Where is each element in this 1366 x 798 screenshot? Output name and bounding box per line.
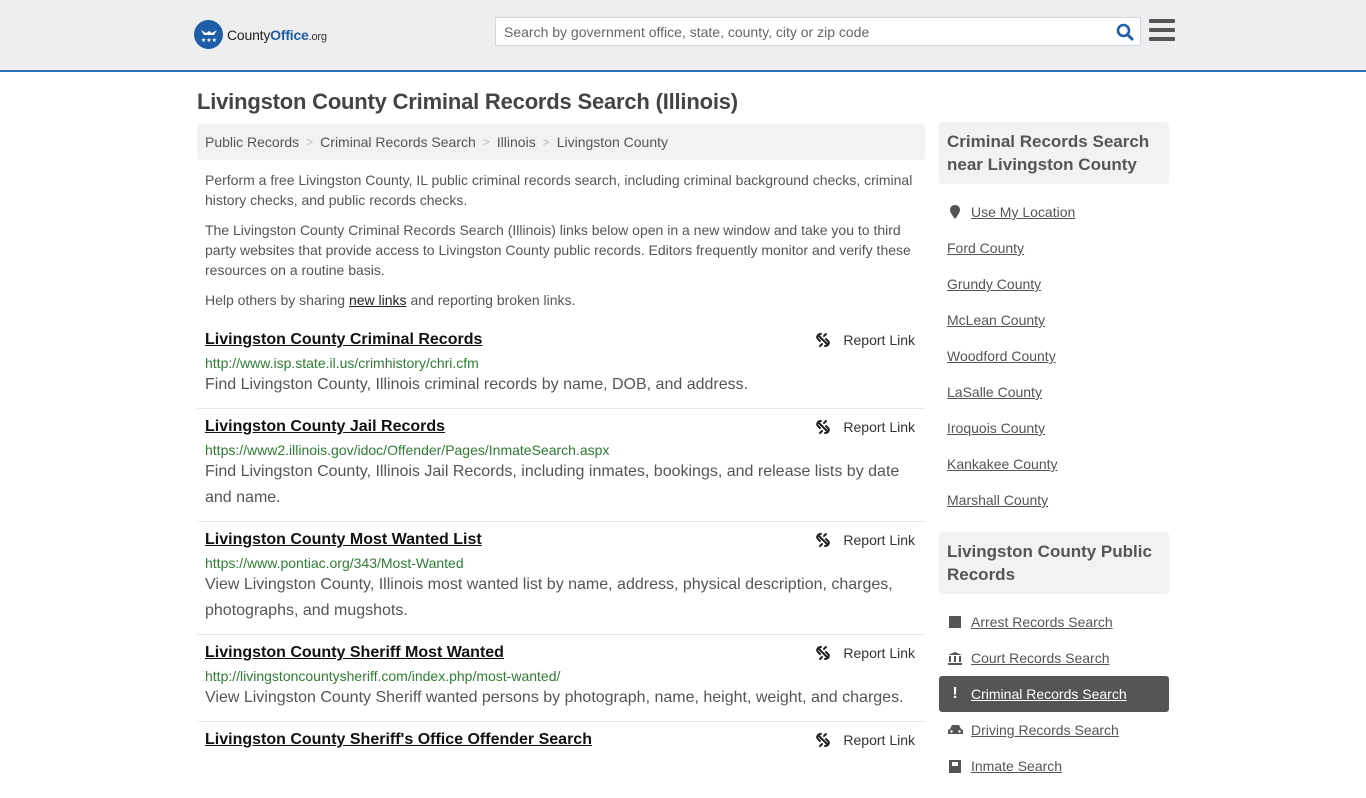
intro-text: Perform a free Livingston County, IL pub… [205, 170, 920, 320]
breadcrumb-separator: > [306, 135, 314, 149]
breadcrumb-criminal-records-search[interactable]: Criminal Records Search [320, 134, 476, 150]
result-item: Livingston County Most Wanted List Repor… [197, 522, 925, 635]
sidebar: Criminal Records Search near Livingston … [939, 122, 1169, 798]
result-description: Find Livingston County, Illinois crimina… [205, 376, 749, 393]
breadcrumb-separator: > [482, 135, 490, 149]
breadcrumb-livingston-county[interactable]: Livingston County [557, 134, 668, 150]
nearby-heading: Criminal Records Search near Livingston … [939, 122, 1169, 184]
nearby-item[interactable]: Ford County [939, 230, 1169, 266]
broken-link-icon [816, 733, 831, 747]
broken-link-icon [816, 646, 831, 660]
result-url: https://www2.illinois.gov/idoc/Offender/… [205, 442, 610, 458]
sidebar-item-driving-records[interactable]: Driving Records Search [939, 712, 1169, 748]
result-item: Livingston County Jail Records Report Li… [197, 409, 925, 522]
report-link-button[interactable]: Report Link [815, 645, 915, 661]
hamburger-menu-button[interactable] [1149, 19, 1175, 41]
result-description: View Livingston County, Illinois most wa… [205, 576, 893, 619]
report-link-button[interactable]: Report Link [815, 532, 915, 548]
sidebar-item-criminal-records[interactable]: ! Criminal Records Search [939, 676, 1169, 712]
nearby-item[interactable]: Grundy County [939, 266, 1169, 302]
nearby-item[interactable]: LaSalle County [939, 374, 1169, 410]
report-link-button[interactable]: Report Link [815, 732, 915, 748]
intro-paragraph: Perform a free Livingston County, IL pub… [205, 172, 913, 208]
use-my-location[interactable]: Use My Location [939, 194, 1169, 230]
nearby-item[interactable]: Marshall County [939, 482, 1169, 518]
result-description: View Livingston County Sheriff wanted pe… [205, 689, 904, 706]
intro-paragraph: The Livingston County Criminal Records S… [205, 222, 911, 278]
intro-paragraph: Help others by sharing new links and rep… [205, 292, 576, 308]
search-input[interactable] [496, 18, 1110, 45]
search-bar [495, 17, 1141, 46]
result-title-link[interactable]: Livingston County Sheriff's Office Offen… [205, 730, 592, 750]
breadcrumb-public-records[interactable]: Public Records [205, 134, 299, 150]
result-title-link[interactable]: Livingston County Sheriff Most Wanted [205, 643, 504, 663]
result-description: Find Livingston County, Illinois Jail Re… [205, 463, 900, 506]
new-links-link[interactable]: new links [349, 292, 407, 308]
results-list: Livingston County Criminal Records Repor… [197, 322, 925, 760]
search-icon [1116, 23, 1134, 40]
breadcrumb-separator: > [542, 135, 550, 149]
eagle-logo-icon: ★★★ [194, 20, 223, 49]
report-link-button[interactable]: Report Link [815, 419, 915, 435]
svg-text:★★★: ★★★ [200, 37, 216, 44]
result-item: Livingston County Sheriff Most Wanted Re… [197, 635, 925, 722]
sidebar-item-arrest-records[interactable]: Arrest Records Search [939, 604, 1169, 640]
result-url: https://www.pontiac.org/343/Most-Wanted [205, 555, 464, 571]
breadcrumb: Public Records > Criminal Records Search… [197, 124, 925, 160]
breadcrumb-illinois[interactable]: Illinois [497, 134, 536, 150]
result-title-link[interactable]: Livingston County Jail Records [205, 417, 445, 437]
site-header: ★★★ CountyOffice.org [0, 0, 1366, 72]
square-icon [947, 616, 963, 628]
result-url: http://livingstoncountysheriff.com/index… [205, 668, 561, 684]
site-logo[interactable]: ★★★ CountyOffice.org [194, 20, 327, 49]
public-records-list: Arrest Records Search Court Records Sear… [939, 594, 1169, 798]
result-url: http://www.isp.state.il.us/crimhistory/c… [205, 355, 479, 371]
broken-link-icon [816, 533, 831, 547]
logo-text: CountyOffice.org [227, 26, 327, 43]
result-title-link[interactable]: Livingston County Criminal Records [205, 330, 482, 350]
broken-link-icon [816, 420, 831, 434]
nearby-item[interactable]: Kankakee County [939, 446, 1169, 482]
result-item: Livingston County Sheriff's Office Offen… [197, 722, 925, 760]
nearby-item[interactable]: Woodford County [939, 338, 1169, 374]
car-icon [947, 724, 963, 736]
result-item: Livingston County Criminal Records Repor… [197, 322, 925, 409]
exclamation-icon: ! [952, 685, 958, 702]
nearby-item[interactable]: Iroquois County [939, 410, 1169, 446]
broken-link-icon [816, 333, 831, 347]
result-title-link[interactable]: Livingston County Most Wanted List [205, 530, 482, 550]
page-title: Livingston County Criminal Records Searc… [197, 89, 738, 114]
courthouse-icon [947, 651, 963, 665]
search-button[interactable] [1110, 18, 1140, 45]
nearby-list: Use My Location Ford County Grundy Count… [939, 184, 1169, 532]
inmate-icon [947, 759, 963, 773]
map-marker-icon [947, 205, 963, 219]
public-records-heading: Livingston County Public Records [939, 532, 1169, 594]
sidebar-item-inmate-search[interactable]: Inmate Search [939, 748, 1169, 784]
report-link-button[interactable]: Report Link [815, 332, 915, 348]
sidebar-item-court-records[interactable]: Court Records Search [939, 640, 1169, 676]
nearby-item[interactable]: McLean County [939, 302, 1169, 338]
